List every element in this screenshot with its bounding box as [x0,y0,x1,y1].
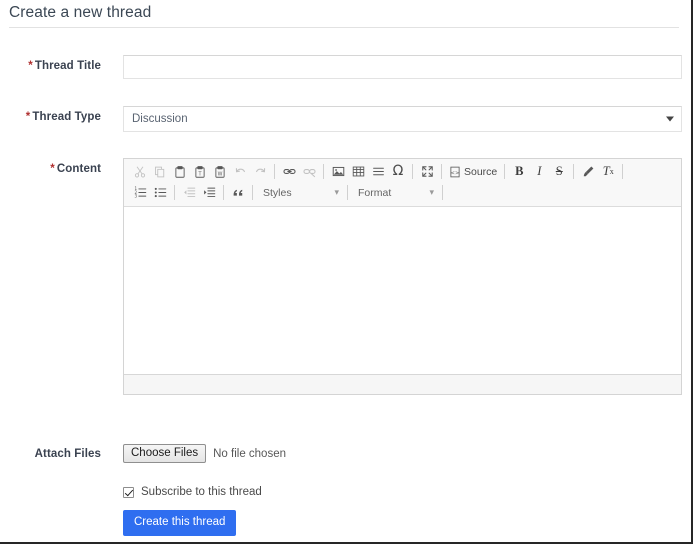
toolbar-separator [573,164,575,179]
indent-icon[interactable] [199,183,219,202]
table-icon[interactable] [348,162,368,181]
thread-type-select[interactable]: Discussion [123,106,682,132]
subscribe-row[interactable]: Subscribe to this thread [123,486,262,498]
toolbar-separator [442,185,443,200]
format-dropdown[interactable]: Format ▾ [352,183,438,202]
cut-icon[interactable] [130,162,150,181]
content-label-text: Content [56,163,101,175]
styles-dropdown[interactable]: Styles ▾ [257,183,343,202]
required-asterisk: * [50,163,55,175]
source-icon: <> [450,166,460,177]
toolbar-separator [323,164,324,179]
toolbar-separator [504,164,506,179]
chevron-down-icon [666,116,674,122]
chevron-down-icon: ▾ [429,187,434,197]
required-asterisk: * [25,111,31,123]
copy-icon[interactable] [150,162,170,181]
numbered-list-icon[interactable]: 1 2 3 [130,183,150,202]
editor-status-bar [124,374,681,394]
create-thread-page: Create a new thread * Thread Title * Threa… [0,0,693,544]
thread-title-row: * Thread Title [0,55,682,79]
styles-dropdown-label: Styles [263,186,292,199]
unlink-icon[interactable] [299,162,319,181]
bold-icon[interactable]: B [509,162,529,181]
svg-text:W: W [218,171,223,177]
thread-type-selected-value: Discussion [132,113,188,125]
undo-icon[interactable] [230,162,250,181]
thread-type-field-wrap: Discussion [123,106,682,132]
thread-title-label: * Thread Title [0,55,101,73]
outdent-icon[interactable] [179,183,199,202]
subscript-icon[interactable]: Tx [598,162,618,181]
svg-text:3: 3 [134,193,137,198]
submit-row: Create this thread [123,510,237,536]
paste-text-icon[interactable]: T [190,162,210,181]
thread-type-label-text: Thread Type [32,111,101,123]
editor-toolbar-row-2: 1 2 3 Styles ▾ Format ▾ [126,182,679,203]
toolbar-separator [347,185,348,200]
content-field-wrap: T W Ω <> Source B I S T x 1 2 3 Styles ▾… [123,158,682,395]
paste-word-icon[interactable]: W [210,162,230,181]
page-header: Create a new thread [9,2,679,28]
file-input-wrap: Choose Files No file chosen [123,444,286,463]
editor-content-area[interactable] [124,207,681,374]
attach-files-label: Attach Files [34,447,101,460]
toolbar-separator [274,164,275,179]
svg-text:T: T [198,171,202,177]
toolbar-separator [412,164,413,179]
blockquote-icon[interactable] [228,183,248,202]
subscribe-checkbox[interactable] [123,486,134,498]
attach-files-row: Attach Files Choose Files No file chosen [0,444,286,463]
file-status-text: No file chosen [213,447,286,460]
choose-files-button[interactable]: Choose Files [123,444,207,463]
create-thread-button[interactable]: Create this thread [123,510,237,536]
thread-type-row: * Thread Type Discussion [0,106,682,132]
maximize-icon[interactable] [417,162,437,181]
content-label: * Content [0,158,101,176]
chevron-down-icon: ▾ [334,187,339,197]
italic-icon[interactable]: I [529,162,549,181]
thread-title-input[interactable] [123,55,682,79]
toolbar-separator [252,185,253,200]
editor-toolbar: T W Ω <> Source B I S T x 1 2 3 Styles ▾… [124,159,681,207]
horizontal-rule-icon[interactable] [368,162,388,181]
required-asterisk: * [28,60,33,72]
remove-format-icon[interactable] [578,162,598,181]
thread-type-label: * Thread Type [0,106,101,124]
special-char-icon[interactable]: Ω [388,162,408,182]
toolbar-separator [622,164,624,179]
svg-text:<>: <> [450,170,460,176]
editor-toolbar-row-1: T W Ω <> Source B I S T x [126,161,679,182]
thread-title-label-text: Thread Title [34,60,101,72]
toolbar-separator [441,164,442,179]
toolbar-separator [174,185,175,200]
image-icon[interactable] [328,162,348,181]
content-row: * Content T W Ω <> Source B I S T x 1 2 … [0,158,682,395]
source-button-label: Source [464,165,498,178]
redo-icon[interactable] [250,162,270,181]
format-dropdown-label: Format [358,186,392,199]
subscribe-label: Subscribe to this thread [141,486,262,498]
rich-text-editor: T W Ω <> Source B I S T x 1 2 3 Styles ▾… [123,158,682,395]
paste-icon[interactable] [170,162,190,181]
bulleted-list-icon[interactable] [150,183,170,202]
thread-title-field-wrap [123,55,682,79]
link-icon[interactable] [279,162,299,181]
source-button[interactable]: <> Source [446,162,500,181]
page-title: Create a new thread [9,4,152,21]
toolbar-separator [223,185,224,200]
strikethrough-icon[interactable]: S [549,162,569,181]
